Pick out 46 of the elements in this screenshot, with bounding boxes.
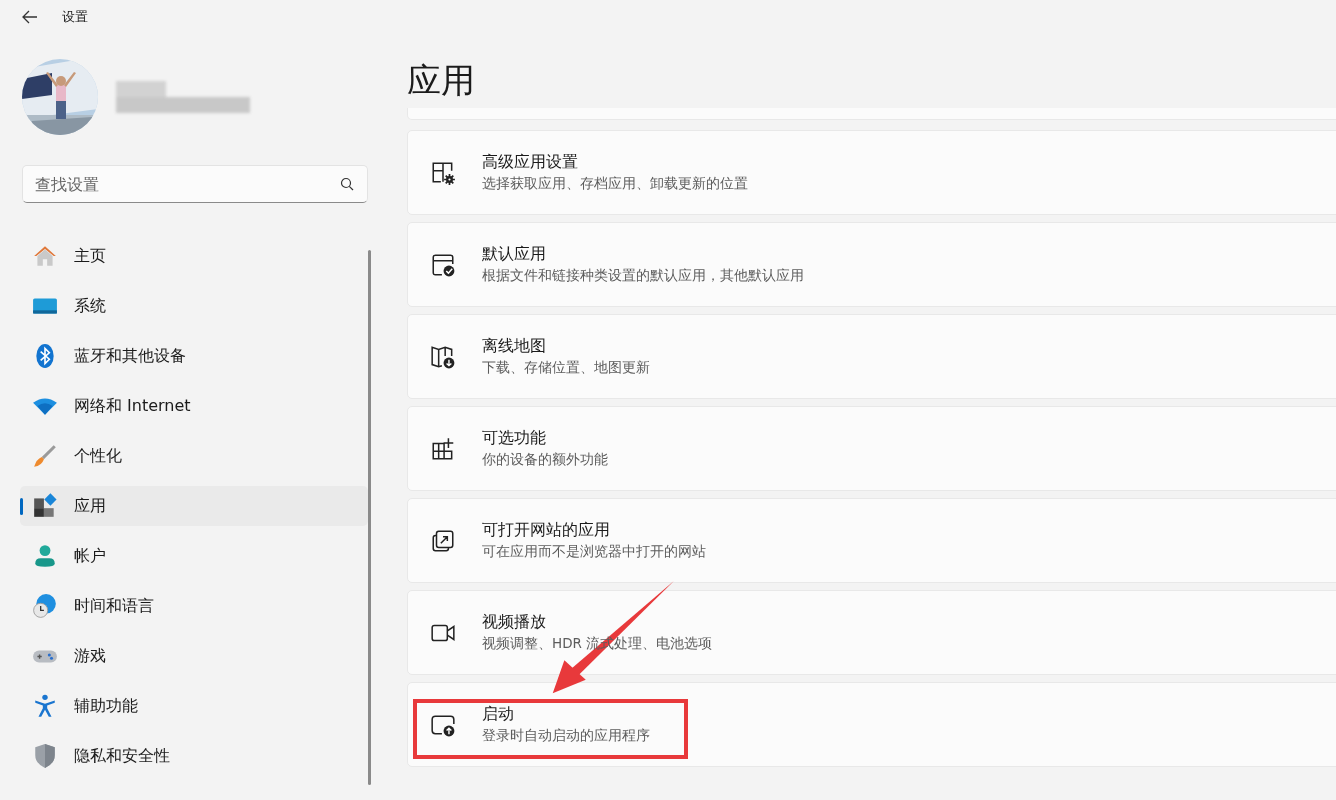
window-gear-icon bbox=[430, 159, 456, 186]
card-description: 可在应用而不是浏览器中打开的网站 bbox=[482, 543, 706, 561]
page-title: 应用 bbox=[407, 59, 476, 102]
sidebar-item[interactable]: 网络和 Internet bbox=[20, 386, 368, 426]
window-check-icon bbox=[430, 251, 456, 278]
map-download-icon bbox=[430, 343, 456, 370]
settings-card[interactable]: 可选功能 你的设备的额外功能 bbox=[407, 406, 1336, 491]
window-title: 设置 bbox=[62, 8, 88, 26]
card-title: 高级应用设置 bbox=[482, 152, 579, 173]
sidebar-item[interactable]: 蓝牙和其他设备 bbox=[20, 336, 368, 376]
globe-clock-icon bbox=[32, 593, 58, 619]
sidebar-item[interactable]: 个性化 bbox=[20, 436, 368, 476]
paintbrush-icon bbox=[32, 443, 58, 469]
sidebar-item[interactable]: 辅助功能 bbox=[20, 686, 368, 726]
sidebar-item[interactable]: 帐户 bbox=[20, 536, 368, 576]
card-title: 离线地图 bbox=[482, 336, 547, 357]
accessibility-icon bbox=[32, 693, 58, 719]
card-title: 视频播放 bbox=[482, 612, 547, 633]
settings-card[interactable]: 启动 登录时自动启动的应用程序 bbox=[407, 682, 1336, 767]
person-icon bbox=[32, 543, 58, 569]
card-description: 下载、存储位置、地图更新 bbox=[482, 359, 650, 377]
card-title: 启动 bbox=[482, 704, 515, 725]
sidebar-item[interactable]: 游戏 bbox=[20, 636, 368, 676]
sidebar-item[interactable]: 应用 bbox=[20, 486, 368, 526]
settings-card[interactable]: 可打开网站的应用 可在应用而不是浏览器中打开的网站 bbox=[407, 498, 1336, 583]
sidebar-item[interactable]: 隐私和安全性 bbox=[20, 736, 368, 776]
card-title: 默认应用 bbox=[482, 244, 547, 265]
sidebar-item[interactable]: 系统 bbox=[20, 286, 368, 326]
card-title: 可选功能 bbox=[482, 428, 547, 449]
settings-card[interactable]: 高级应用设置 选择获取应用、存档应用、卸载更新的位置 bbox=[407, 130, 1336, 215]
sidebar-item[interactable]: 主页 bbox=[20, 236, 368, 276]
card-description: 选择获取应用、存档应用、卸载更新的位置 bbox=[482, 175, 748, 193]
open-window-icon bbox=[430, 527, 456, 554]
grid-plus-icon bbox=[430, 435, 456, 462]
shield-icon bbox=[32, 743, 58, 769]
search-icon bbox=[340, 177, 354, 191]
card-title: 可打开网站的应用 bbox=[482, 520, 611, 541]
back-icon[interactable] bbox=[22, 10, 38, 24]
sidebar-item[interactable]: 时间和语言 bbox=[20, 586, 368, 626]
card-description: 根据文件和链接种类设置的默认应用，其他默认应用 bbox=[482, 267, 804, 285]
apps-icon bbox=[32, 493, 58, 519]
search-field[interactable]: 查找设置 bbox=[22, 165, 368, 203]
settings-card[interactable]: 离线地图 下载、存储位置、地图更新 bbox=[407, 314, 1336, 399]
card-description: 你的设备的额外功能 bbox=[482, 451, 608, 469]
settings-card[interactable]: 默认应用 根据文件和链接种类设置的默认应用，其他默认应用 bbox=[407, 222, 1336, 307]
card-description: 登录时自动启动的应用程序 bbox=[482, 727, 650, 745]
